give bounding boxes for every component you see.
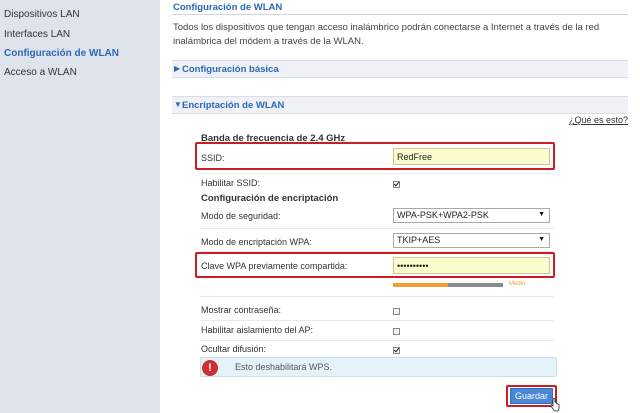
security-mode-value: WPA-PSK+WPA2-PSK	[397, 210, 489, 220]
strength-label: Medio	[509, 281, 526, 287]
ap-isolation-checkbox[interactable]	[393, 328, 400, 335]
sidebar-item-lan-interfaces[interactable]: Interfaces LAN	[4, 29, 70, 40]
dropdown-arrow-icon: ▼	[538, 236, 545, 243]
title-divider	[172, 14, 628, 15]
ssid-highlight-box	[195, 142, 555, 170]
ap-isolation-label: Habilitar aislamiento del AP:	[201, 325, 314, 335]
page-title: Configuración de WLAN	[173, 2, 283, 13]
security-mode-label: Modo de seguridad:	[201, 211, 281, 221]
help-link[interactable]: ¿Qué es esto?	[569, 115, 628, 125]
row-divider	[200, 320, 554, 321]
main-panel: Configuración de WLAN Todos los disposit…	[160, 0, 640, 413]
sidebar-item-wlan-access[interactable]: Acceso a WLAN	[4, 67, 77, 78]
hide-broadcast-label: Ocultar difusión:	[201, 344, 267, 354]
row-divider	[200, 340, 554, 341]
strength-fill	[393, 283, 448, 287]
page-description: Todos los dispositivos que tengan acceso…	[173, 22, 600, 47]
show-password-checkbox[interactable]	[393, 308, 400, 315]
password-strength-meter	[393, 283, 503, 287]
chevron-right-icon: ▶	[174, 64, 181, 73]
strength-remaining	[448, 283, 503, 287]
security-mode-select[interactable]: WPA-PSK+WPA2-PSK ▼	[393, 208, 550, 223]
row-divider	[200, 296, 554, 297]
show-password-label: Mostrar contraseña:	[201, 305, 282, 315]
section-encryption-label: Encriptación de WLAN	[182, 100, 285, 111]
section-basic-config[interactable]: ▶ Configuración básica	[172, 60, 628, 78]
enable-ssid-label: Habilitar SSID:	[201, 178, 261, 188]
wpa-mode-label: Modo de encriptación WPA:	[201, 237, 312, 247]
hide-broadcast-checkbox[interactable]	[393, 347, 400, 354]
dropdown-arrow-icon: ▼	[538, 211, 545, 218]
row-divider	[200, 228, 554, 229]
exclamation-icon: !	[202, 360, 218, 376]
encryption-heading: Configuración de encriptación	[201, 193, 339, 204]
wpa-mode-value: TKIP+AES	[397, 235, 441, 245]
psk-highlight-box	[195, 252, 555, 278]
chevron-down-icon: ▼	[174, 100, 182, 109]
enable-ssid-checkbox[interactable]	[393, 181, 400, 188]
section-basic-label: Configuración básica	[182, 64, 279, 75]
section-wlan-encryption[interactable]: ▼ Encriptación de WLAN	[172, 96, 628, 114]
wps-warning-banner: ! Esto deshabilitará WPS.	[200, 357, 557, 377]
sidebar-item-wlan-config[interactable]: Configuración de WLAN	[4, 48, 119, 59]
wps-warning-text: Esto deshabilitará WPS.	[235, 362, 333, 372]
row-divider	[200, 173, 554, 174]
hand-cursor-icon	[550, 398, 560, 412]
sidebar: Dispositivos LAN Interfaces LAN Configur…	[0, 0, 160, 413]
sidebar-item-lan-devices[interactable]: Dispositivos LAN	[4, 9, 80, 20]
wpa-mode-select[interactable]: TKIP+AES ▼	[393, 233, 550, 248]
